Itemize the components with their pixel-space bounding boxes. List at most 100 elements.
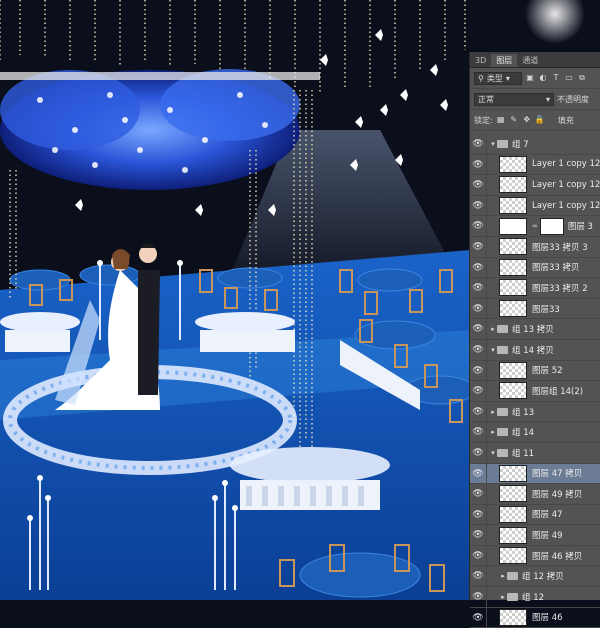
- expand-triangle-icon[interactable]: ▸: [489, 325, 497, 333]
- layer-row[interactable]: 👁 图层 47: [470, 504, 600, 526]
- visibility-eye-icon[interactable]: 👁: [470, 525, 487, 545]
- folder-icon: [497, 448, 508, 457]
- layer-thumbnail: [499, 238, 527, 256]
- visibility-eye-icon[interactable]: 👁: [470, 607, 487, 628]
- lock-position-icon[interactable]: ✥: [522, 115, 532, 125]
- layer-mask-thumbnail[interactable]: [539, 217, 564, 235]
- layer-row[interactable]: 👁 ∞ 图层 3: [470, 216, 600, 237]
- filter-type-select[interactable]: ⚲ 类型 ▾: [474, 71, 522, 85]
- expand-triangle-icon[interactable]: ▸: [499, 572, 507, 580]
- lock-paint-icon[interactable]: ✎: [509, 115, 519, 125]
- visibility-eye-icon[interactable]: 👁: [470, 587, 487, 607]
- link-chain-icon[interactable]: ∞: [532, 222, 538, 230]
- fill-label: 填充: [557, 115, 574, 125]
- layer-thumbnail: [499, 258, 527, 276]
- layer-row[interactable]: 👁 图层 46 拷贝: [470, 545, 600, 567]
- folder-icon: [497, 325, 508, 334]
- visibility-eye-icon[interactable]: 👁: [470, 381, 487, 401]
- adjustment-filter-icon[interactable]: ◐: [538, 73, 548, 83]
- layer-group-row[interactable]: 👁 ▸ 组 13: [470, 401, 600, 423]
- layer-name: 组 13: [512, 407, 535, 418]
- collapse-triangle-icon[interactable]: ▾: [489, 449, 497, 457]
- expand-triangle-icon[interactable]: ▸: [489, 428, 497, 436]
- layer-row[interactable]: 👁 图层 49 拷贝: [470, 484, 600, 505]
- layer-row[interactable]: 👁 图层33 拷贝: [470, 257, 600, 279]
- chevron-down-icon: ▾: [545, 94, 550, 104]
- visibility-eye-icon[interactable]: 👁: [470, 298, 487, 319]
- lock-all-icon[interactable]: 🔒: [535, 115, 545, 125]
- collapse-triangle-icon[interactable]: ▾: [489, 140, 497, 148]
- layer-row[interactable]: 👁 Layer 1 copy 12: [470, 175, 600, 196]
- lock-row: 锁定: ▦ ✎ ✥ 🔒 填充: [470, 110, 600, 131]
- visibility-eye-icon[interactable]: 👁: [470, 484, 487, 504]
- layer-row[interactable]: 👁 图层 46: [470, 607, 600, 628]
- layer-row[interactable]: 👁 图层 49: [470, 525, 600, 546]
- layer-row[interactable]: 👁 图层 52: [470, 360, 600, 382]
- text-filter-icon[interactable]: T: [551, 73, 561, 83]
- layer-name: Layer 1 copy 12: [532, 179, 600, 190]
- layer-row[interactable]: 👁 图层33 拷贝 2: [470, 278, 600, 299]
- visibility-eye-icon[interactable]: 👁: [470, 566, 487, 587]
- layer-name: 图层33 拷贝 2: [532, 283, 588, 294]
- layer-group-row[interactable]: 👁 ▸ 组 14: [470, 422, 600, 443]
- visibility-eye-icon[interactable]: 👁: [470, 236, 487, 257]
- layer-name: 组 7: [512, 139, 529, 150]
- lock-transparent-icon[interactable]: ▦: [496, 115, 506, 125]
- visibility-eye-icon[interactable]: 👁: [470, 360, 487, 381]
- visibility-eye-icon[interactable]: 👁: [470, 463, 487, 484]
- layer-row[interactable]: 👁 图层组 14(2): [470, 381, 600, 402]
- layer-thumbnail: [499, 361, 527, 379]
- visibility-eye-icon[interactable]: 👁: [470, 339, 487, 360]
- layer-group-row[interactable]: 👁 ▸ 组 12: [470, 587, 600, 608]
- blend-mode-select[interactable]: 正常 ▾: [474, 92, 554, 106]
- layer-group-row[interactable]: 👁 ▸ 组 12 拷贝: [470, 566, 600, 588]
- layer-thumbnail: [499, 485, 527, 503]
- shape-filter-icon[interactable]: ▭: [564, 73, 574, 83]
- tab-channels[interactable]: 通道: [517, 54, 543, 67]
- smart-object-filter-icon[interactable]: ⧉: [577, 73, 587, 83]
- panel-tab-bar: 3D 图层 通道: [470, 52, 600, 68]
- layer-thumbnail: [499, 176, 527, 194]
- layer-name: 图层 47: [532, 510, 563, 521]
- folder-icon: [497, 407, 508, 416]
- visibility-eye-icon[interactable]: 👁: [470, 422, 487, 442]
- visibility-eye-icon[interactable]: 👁: [470, 504, 487, 525]
- layer-group-row[interactable]: 👁 ▾ 组 11: [470, 442, 600, 464]
- layer-row[interactable]: 👁 图层33 拷贝 3: [470, 236, 600, 258]
- opacity-label: 不透明度: [557, 94, 589, 104]
- visibility-eye-icon[interactable]: 👁: [470, 216, 487, 236]
- layer-thumbnail: [499, 382, 527, 400]
- layer-name: Layer 1 copy 12: [532, 159, 600, 170]
- layer-name: 组 14: [512, 428, 535, 439]
- layer-group-row[interactable]: 👁 ▾ 组 14 拷贝: [470, 339, 600, 361]
- layer-thumbnail: [499, 526, 527, 544]
- layers-list: 👁 ▾ 组 7 👁 Layer 1 copy 12 👁 Layer 1 copy 12 👁 La…: [470, 134, 600, 628]
- expand-triangle-icon[interactable]: ▸: [489, 408, 497, 416]
- layer-row[interactable]: 👁 图层 47 拷贝: [470, 463, 600, 485]
- collapse-triangle-icon[interactable]: ▾: [489, 346, 497, 354]
- layer-name: 图层 49 拷贝: [532, 489, 583, 500]
- blend-mode-value: 正常: [478, 94, 494, 104]
- visibility-eye-icon[interactable]: 👁: [470, 545, 487, 566]
- layer-name: 图层33: [532, 304, 560, 315]
- image-filter-icon[interactable]: ▣: [525, 73, 535, 83]
- layer-group-row[interactable]: 👁 ▾ 组 7: [470, 134, 600, 155]
- tab-layers[interactable]: 图层: [491, 54, 518, 67]
- visibility-eye-icon[interactable]: 👁: [470, 134, 487, 154]
- visibility-eye-icon[interactable]: 👁: [470, 401, 487, 422]
- filter-type-label: 类型: [486, 73, 503, 83]
- tab-3d[interactable]: 3D: [470, 54, 491, 67]
- visibility-eye-icon[interactable]: 👁: [470, 195, 487, 216]
- visibility-eye-icon[interactable]: 👁: [470, 175, 487, 195]
- layer-name: 图层 3: [567, 222, 593, 233]
- layer-group-row[interactable]: 👁 ▸ 组 13 拷贝: [470, 319, 600, 340]
- visibility-eye-icon[interactable]: 👁: [470, 257, 487, 278]
- layer-row[interactable]: 👁 图层33: [470, 298, 600, 320]
- layer-thumbnail: [499, 155, 527, 173]
- visibility-eye-icon[interactable]: 👁: [470, 442, 487, 463]
- visibility-eye-icon[interactable]: 👁: [470, 278, 487, 298]
- visibility-eye-icon[interactable]: 👁: [470, 154, 487, 175]
- layer-row[interactable]: 👁 Layer 1 copy 12: [470, 195, 600, 217]
- layer-row[interactable]: 👁 Layer 1 copy 12: [470, 154, 600, 176]
- visibility-eye-icon[interactable]: 👁: [470, 319, 487, 339]
